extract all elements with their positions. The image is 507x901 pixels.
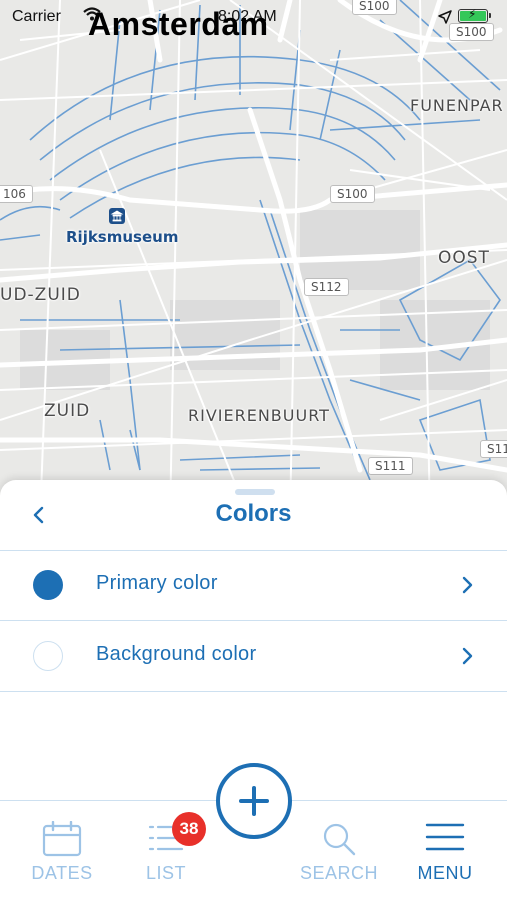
tab-dates[interactable]: DATES [10,801,114,901]
tab-search[interactable]: SEARCH [292,801,386,901]
map-label-rivierenbuurt: RIVIERENBUURT [188,406,330,425]
calendar-icon [42,821,82,857]
road-shield: S111 [368,457,413,475]
divider [0,691,507,692]
primary-color-swatch [33,570,63,600]
tab-list-label: LIST [145,863,186,883]
tab-dates-label: DATES [31,863,93,883]
map-label-zuid: ZUID [44,401,91,421]
background-color-swatch [33,641,63,671]
chevron-right-icon [462,647,473,665]
city-title: Amsterdam [88,6,269,42]
map-view[interactable]: FUNENPAR Rijksmuseum OOST UD-ZUID ZUID R… [0,0,507,520]
carrier-label: Carrier [12,8,61,25]
add-button[interactable] [216,763,292,839]
location-arrow-icon [438,10,452,29]
tab-search-label: SEARCH [299,863,378,883]
list-count-badge: 38 [172,812,206,846]
map-label-funenpark: FUNENPAR [410,96,504,115]
sheet-title: Colors [215,500,292,527]
plus-icon [239,786,269,816]
chevron-right-icon [462,576,473,594]
map-label-oud-zuid: UD-ZUID [0,285,81,305]
background-color-label: Background color [96,643,257,665]
museum-icon[interactable] [109,208,125,224]
search-icon [323,823,356,856]
road-shield: 106 [0,185,33,203]
battery-icon: ⚡ [458,7,491,23]
menu-icon [425,823,465,851]
tab-menu-label: MENU [417,863,473,883]
primary-color-label: Primary color [96,572,218,594]
road-shield: S100 [330,185,375,203]
background-color-row[interactable]: Background color [0,621,507,691]
map-label-oost: OOST [438,248,490,268]
primary-color-row[interactable]: Primary color [0,550,507,620]
map-canvas[interactable] [0,0,507,520]
status-bar: Carrier 8:02 AM Amsterdam ⚡ [0,0,507,42]
tab-menu[interactable]: MENU [396,801,494,901]
sheet-grabber[interactable] [235,489,275,495]
road-shield: S112 [304,278,349,296]
map-label-rijksmuseum[interactable]: Rijksmuseum [66,228,178,246]
road-shield: S11 [480,440,507,458]
